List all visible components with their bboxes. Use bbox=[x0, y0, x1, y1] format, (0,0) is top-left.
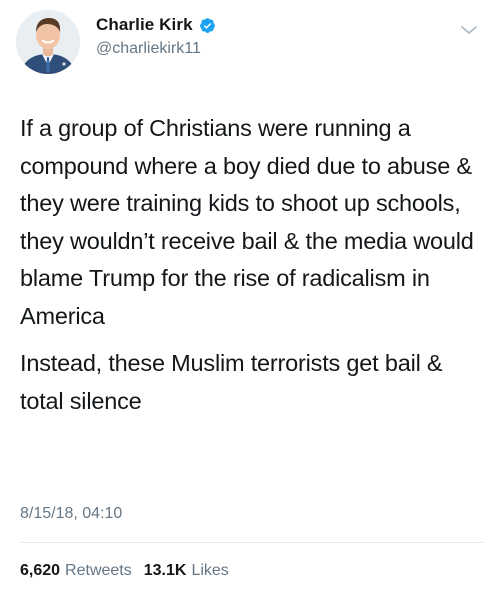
display-name[interactable]: Charlie Kirk bbox=[96, 15, 193, 35]
handle[interactable]: @charliekirk11 bbox=[96, 40, 216, 58]
tweet-paragraph: Instead, these Muslim terrorists get bai… bbox=[20, 350, 443, 414]
tweet-stats: 6,620 Retweets 13.1K Likes bbox=[20, 562, 229, 580]
chevron-down-icon[interactable] bbox=[460, 24, 478, 36]
divider bbox=[20, 542, 484, 543]
tweet-card: Charlie Kirk @charliekirk11 If a group o… bbox=[0, 0, 500, 598]
tweet-timestamp[interactable]: 8/15/18, 04:10 bbox=[20, 505, 122, 523]
author-info[interactable]: Charlie Kirk @charliekirk11 bbox=[96, 14, 216, 58]
avatar[interactable] bbox=[16, 10, 80, 74]
tweet-paragraph: If a group of Christians were running a … bbox=[20, 115, 474, 329]
name-row: Charlie Kirk bbox=[96, 14, 216, 36]
retweets-stat[interactable]: 6,620 Retweets bbox=[20, 562, 132, 580]
retweets-count: 6,620 bbox=[20, 562, 61, 579]
tweet-text: If a group of Christians were running a … bbox=[20, 110, 490, 420]
likes-label: Likes bbox=[191, 562, 229, 579]
verified-badge-icon bbox=[199, 17, 216, 34]
likes-count: 13.1K bbox=[143, 562, 187, 579]
profile-photo-icon bbox=[16, 10, 80, 74]
likes-stat[interactable]: 13.1K Likes bbox=[144, 562, 229, 580]
retweets-label: Retweets bbox=[65, 562, 132, 579]
